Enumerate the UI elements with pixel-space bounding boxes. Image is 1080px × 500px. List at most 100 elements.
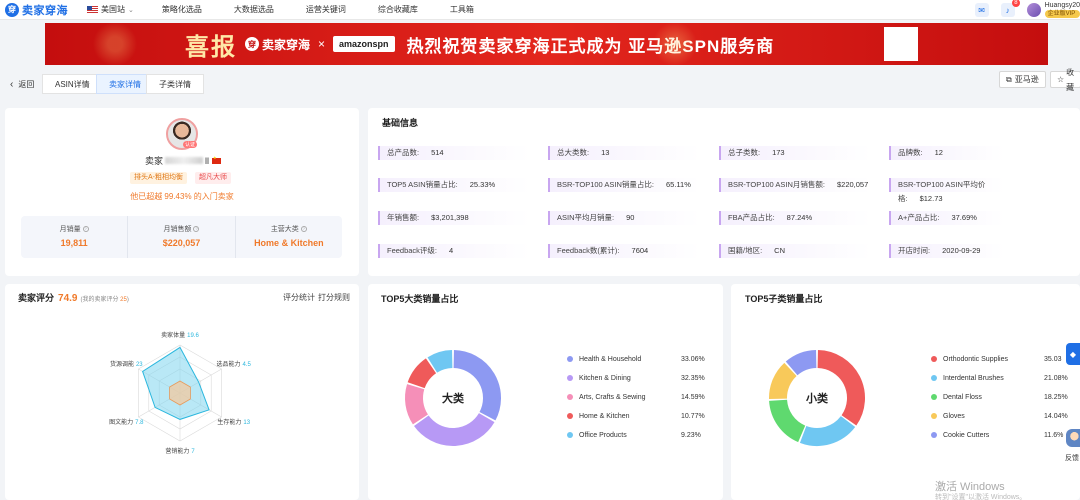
info-value: $220,057 <box>836 180 869 189</box>
legend-item[interactable]: Dental Floss <box>931 393 982 403</box>
donut-slice[interactable] <box>817 350 865 426</box>
tab-asin-detail[interactable]: ASIN详情 <box>42 74 103 94</box>
legend-name: Cookie Cutters <box>943 432 990 439</box>
legend-name: Kitchen & Dining <box>579 375 631 382</box>
tab-subcategory-detail[interactable]: 子类详情 <box>146 74 204 94</box>
back-button[interactable]: ‹ 返回 <box>10 79 34 90</box>
legend-item[interactable]: Interdental Brushes <box>931 374 1004 384</box>
legend-dot-icon <box>567 394 573 401</box>
amazon-button-label: 亚马逊 <box>1014 75 1039 84</box>
info-value: 514 <box>431 148 444 157</box>
legend-item[interactable]: Orthodontic Supplies <box>931 355 1008 365</box>
donut-slice[interactable] <box>405 384 429 425</box>
donut-slice[interactable] <box>769 399 806 443</box>
radar-axis-label: 生存能力 13 <box>217 418 250 426</box>
menu-item-bigdata[interactable]: 大数据选品 <box>234 4 274 15</box>
info-key: BSR-TOP100 ASIN销量占比: <box>557 180 654 189</box>
info-key: 品牌数: <box>898 148 923 157</box>
legend-item[interactable]: Cookie Cutters <box>931 431 989 441</box>
favorite-button-label: 收藏 <box>1066 67 1075 92</box>
donut-slice[interactable] <box>414 412 495 446</box>
favorite-button[interactable]: ☆ 收藏 <box>1050 68 1080 92</box>
logo[interactable]: 穿 卖家穿海 <box>5 2 75 18</box>
radar-axis-value: 19.6 <box>187 333 199 339</box>
radar-axis-label: 图文能力 7.8 <box>109 418 144 426</box>
stat-value: $220,057 <box>162 238 201 248</box>
info-cell: Feedback评级: 4 <box>378 244 530 258</box>
name-redaction <box>165 157 204 164</box>
legend-percent: 11.6% <box>1044 432 1064 439</box>
menu-item-strategy[interactable]: 策略化选品 <box>162 4 202 15</box>
promo-banner[interactable]: 喜报 穿 卖家穿海 × amazonspn 热烈祝贺卖家穿海正式成为 亚马逊SP… <box>45 23 1048 65</box>
radar-axis-name: 选品能力 <box>217 360 241 368</box>
info-key: FBA产品占比: <box>728 213 775 222</box>
info-value: 37.69% <box>951 213 977 222</box>
donut-slice[interactable] <box>769 362 797 400</box>
info-value: $3,201,398 <box>431 213 469 222</box>
user-avatar[interactable] <box>1026 3 1041 17</box>
score-rules-link[interactable]: 打分规则 <box>318 292 350 303</box>
radar-axis-name: 卖家体量 <box>161 331 185 339</box>
amazon-button[interactable]: ⧉ 亚马逊 <box>999 71 1046 88</box>
info-icon[interactable]: ? <box>300 226 307 233</box>
legend-name: Office Products <box>579 432 627 439</box>
legend-item[interactable]: Home & Kitchen <box>567 412 630 422</box>
support-avatar[interactable] <box>1066 429 1080 447</box>
donut-slice[interactable] <box>799 415 856 446</box>
info-cell: BSR-TOP100 ASIN月销售额: $220,057 <box>719 178 871 192</box>
score-header: 卖家评分 74.9 (我的卖家评分 25) <box>18 291 129 304</box>
main-menu: 策略化选品 大数据选品 运营关键词 综合收藏库 工具箱 <box>162 4 506 15</box>
radar-axis-value: 7 <box>191 449 195 455</box>
info-cell: 总产品数: 514 <box>378 146 530 160</box>
donut-slice[interactable] <box>407 358 437 389</box>
info-key: BSR-TOP100 ASIN月销售额: <box>728 180 825 189</box>
menu-item-favorites[interactable]: 综合收藏库 <box>378 4 418 15</box>
info-value: 173 <box>772 148 785 157</box>
stat-label: 月销售额 <box>163 226 192 233</box>
legend-dot-icon <box>567 432 573 439</box>
info-key: 国籍/地区: <box>728 246 763 255</box>
menu-item-tools[interactable]: 工具箱 <box>450 4 474 15</box>
legend-item[interactable]: Gloves <box>931 412 965 422</box>
info-cell: BSR-TOP100 ASIN销量占比: 65.11% <box>548 178 700 192</box>
info-value: 13 <box>601 148 610 157</box>
stat-value: 19,811 <box>60 238 88 248</box>
info-key: A+产品占比: <box>898 213 940 222</box>
score-stats-link[interactable]: 评分统计 <box>283 292 315 303</box>
donut-slice[interactable] <box>785 350 817 376</box>
legend-percent: 9.23% <box>681 432 701 439</box>
banner-brand-text: 卖家穿海 <box>262 37 311 52</box>
legend-item[interactable]: Kitchen & Dining <box>567 374 631 384</box>
info-cell: 品牌数: 12 <box>889 146 1004 160</box>
top-nav: 穿 卖家穿海 美国站 ⌄ 策略化选品 大数据选品 运营关键词 综合收藏库 工具箱… <box>0 0 1080 20</box>
cn-flag-icon <box>212 155 222 164</box>
feedback-label[interactable]: 反馈 <box>1065 453 1079 463</box>
legend-item[interactable]: Arts, Crafts & Sewing <box>567 393 646 403</box>
floating-action-button[interactable]: ◆ <box>1066 343 1080 365</box>
site-select[interactable]: 美国站 ⌄ <box>87 4 134 15</box>
info-cell: Feedback数(累计): 7604 <box>548 244 700 258</box>
donut-slice[interactable] <box>427 350 453 373</box>
info-icon[interactable]: ? <box>193 226 200 233</box>
message-icon[interactable]: ✉ <box>974 3 989 17</box>
info-key: 总子类数: <box>728 148 761 157</box>
donut-slice[interactable] <box>453 350 501 421</box>
user-box[interactable]: Huangsy20 企业版VIP <box>1044 2 1080 18</box>
info-cell: 年销售额: $3,201,398 <box>378 211 530 225</box>
menu-item-keywords[interactable]: 运营关键词 <box>306 4 346 15</box>
stat-label: 月销量 <box>59 226 81 233</box>
detail-tabs: ‹ 返回 ASIN详情 卖家详情 子类详情 <box>0 72 1080 96</box>
legend-item[interactable]: Health & Household <box>567 355 641 365</box>
info-icon[interactable]: ? <box>82 226 89 233</box>
seller-name-prefix: 卖家 <box>145 156 164 166</box>
my-score-prefix: (我的卖家评分 <box>80 297 119 303</box>
amazon-spn-logo: amazonspn <box>333 36 395 52</box>
info-cell: 总子类数: 173 <box>719 146 871 160</box>
legend-item[interactable]: Office Products <box>567 431 627 441</box>
radar-axis-name: 图文能力 <box>109 418 133 426</box>
legend-percent: 35.03 <box>1044 356 1062 363</box>
stat-monthly-revenue: 月销售额? $220,057 <box>128 216 236 258</box>
exceed-text: 他已超越 99.43% 的入门卖家 <box>130 192 234 201</box>
bell-icon[interactable]: ♪ 8 <box>1000 0 1020 17</box>
legend-dot-icon <box>567 356 573 363</box>
